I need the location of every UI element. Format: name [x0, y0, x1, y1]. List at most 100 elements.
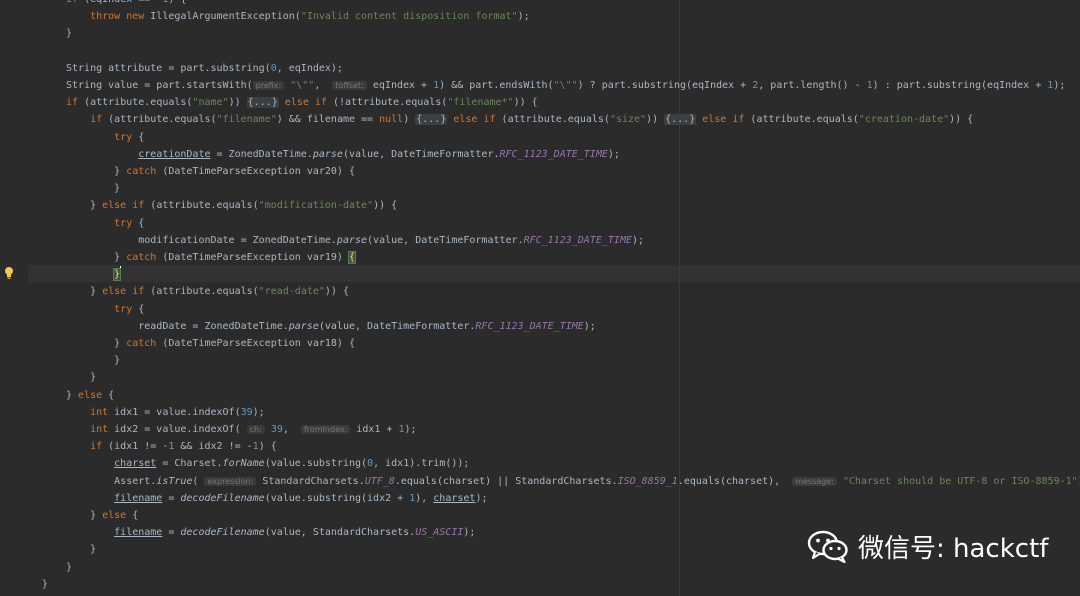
keyword: throw new	[90, 11, 151, 23]
code-token: );	[475, 492, 488, 504]
code-line[interactable]: filename = decodeFilename(value, Standar…	[42, 524, 475, 541]
code-line[interactable]: if (attribute.equals("name")) {...} else…	[42, 94, 538, 111]
code-token: }	[41, 578, 48, 590]
code-token: = Charset.	[156, 458, 223, 470]
code-token: }	[41, 286, 103, 298]
code-line[interactable]: try {	[42, 215, 144, 232]
code-line[interactable]: if (eqIndex == -1) {	[42, 0, 186, 8]
field-reference: creationDate	[138, 148, 211, 160]
parameter-hint[interactable]: toffset:	[332, 81, 367, 90]
code-token: ) ? part.substring(eqIndex +	[577, 80, 753, 91]
code-line[interactable]: filename = decodeFilename(value.substrin…	[42, 490, 488, 507]
code-token: (attribute.equals(	[495, 114, 610, 126]
code-token: }	[41, 166, 127, 177]
code-line[interactable]: } else {	[42, 387, 114, 404]
keyword: else if	[453, 114, 496, 126]
parameter-hint[interactable]: ch:	[246, 425, 265, 434]
code-token: );	[583, 320, 596, 332]
code-token: (!attribute.equals(	[326, 97, 448, 109]
code-line[interactable]: } catch (DateTimeParseException var18) {	[42, 335, 355, 352]
parameter-hint[interactable]: expression:	[204, 476, 257, 486]
code-line[interactable]: int idx1 = value.indexOf(39);	[42, 404, 265, 421]
parameter-hint[interactable]: message:	[792, 476, 837, 486]
code-line[interactable]: readDate = ZonedDateTime.parse(value, Da…	[42, 318, 596, 335]
folded-block[interactable]: {...}	[246, 97, 279, 109]
code-token: , part.length() -	[758, 80, 867, 91]
code-token: String attribute = part.substring(	[41, 62, 271, 74]
string-literal: "creation-date"	[858, 114, 950, 126]
code-line[interactable]: Assert.isTrue( expression: StandardChars…	[42, 473, 1080, 490]
string-literal: "Invalid content disposition format"	[300, 11, 518, 23]
code-line[interactable]: throw new IllegalArgumentException("Inva…	[42, 8, 530, 25]
string-literal: "filename*"	[447, 97, 514, 109]
text-caret	[120, 266, 122, 280]
code-line[interactable]: }	[42, 25, 72, 42]
code-line[interactable]: String attribute = part.substring(0, eqI…	[42, 60, 343, 77]
code-token: (attribute.equals(	[78, 97, 193, 109]
code-line[interactable]: creationDate = ZonedDateTime.parse(value…	[42, 146, 620, 163]
code-token: ),	[415, 492, 434, 504]
wechat-watermark: 微信号: hackctf	[806, 528, 1048, 564]
keyword: catch	[126, 166, 157, 177]
code-line[interactable]: }	[42, 266, 122, 283]
code-token: (attribute.equals(	[102, 114, 217, 126]
code-token: ) {	[168, 0, 186, 5]
string-literal: "\""	[553, 80, 578, 91]
code-token: (value, DateTimeFormatter.	[342, 148, 500, 160]
code-line[interactable]: }	[42, 352, 120, 369]
code-token: idx1 = value.indexOf(	[108, 406, 241, 418]
code-token: (value.substring(idx2 +	[264, 492, 410, 504]
parameter-hint[interactable]: prefix:	[252, 81, 285, 90]
editor-gutter[interactable]	[0, 0, 28, 596]
keyword: null	[379, 114, 404, 126]
code-line[interactable]: if (idx1 != -1 && idx2 != -1) {	[42, 438, 277, 455]
code-line[interactable]: String value = part.startsWith(prefix: "…	[42, 77, 1065, 94]
code-token: }	[41, 561, 73, 573]
code-line[interactable]: }	[42, 559, 72, 576]
code-line[interactable]: charset = Charset.forName(value.substrin…	[42, 455, 469, 472]
folded-block[interactable]: {...}	[415, 114, 448, 126]
lightbulb-icon[interactable]	[4, 266, 14, 280]
code-token: IllegalArgumentException(	[150, 11, 301, 23]
code-line[interactable]: }	[42, 180, 120, 197]
code-line[interactable]: modificationDate = ZonedDateTime.parse(v…	[42, 232, 644, 249]
code-line[interactable]: } catch (DateTimeParseException var19) {	[42, 249, 357, 266]
code-line[interactable]: }	[42, 576, 48, 593]
keyword: else if	[284, 97, 327, 109]
static-method: decodeFilename	[180, 492, 265, 504]
code-token: ,	[282, 424, 301, 435]
code-line[interactable]: } else {	[42, 507, 138, 524]
string-literal: "Charset should be UTF-8 or ISO-8859-1"	[842, 475, 1078, 487]
folded-block[interactable]: {...}	[664, 114, 697, 126]
number-literal: 39	[270, 424, 283, 435]
keyword: try	[114, 217, 133, 229]
constant-field: UTF_8	[364, 475, 395, 487]
code-token: ,	[314, 80, 333, 91]
code-token: .equals(charset),	[677, 475, 793, 487]
code-token: , eqIndex);	[276, 62, 343, 74]
code-line[interactable]: } catch (DateTimeParseException var20) {	[42, 163, 355, 180]
code-token: modificationDate = ZonedDateTime.	[41, 234, 337, 246]
code-token: );	[252, 406, 265, 418]
code-line[interactable]: }	[42, 541, 96, 558]
code-token: (attribute.equals(	[144, 200, 259, 212]
code-line[interactable]: if (attribute.equals("filename") && file…	[42, 111, 973, 128]
code-line[interactable]: try {	[42, 301, 144, 318]
code-line[interactable]: int idx2 = value.indexOf( ch: 39, fromIn…	[42, 421, 416, 438]
code-editor[interactable]: if (eqIndex == -1) { throw new IllegalAr…	[0, 0, 1080, 596]
code-line[interactable]: } else if (attribute.equals("modificatio…	[42, 197, 397, 214]
string-literal: "\""	[290, 80, 315, 91]
field-reference: filename	[114, 527, 163, 539]
code-token: ))	[646, 114, 665, 126]
code-line[interactable]: try {	[42, 129, 144, 146]
parameter-hint[interactable]: fromIndex:	[300, 425, 351, 434]
code-line[interactable]: }	[42, 369, 96, 386]
code-line[interactable]: } else if (attribute.equals("read-date")…	[42, 283, 349, 300]
